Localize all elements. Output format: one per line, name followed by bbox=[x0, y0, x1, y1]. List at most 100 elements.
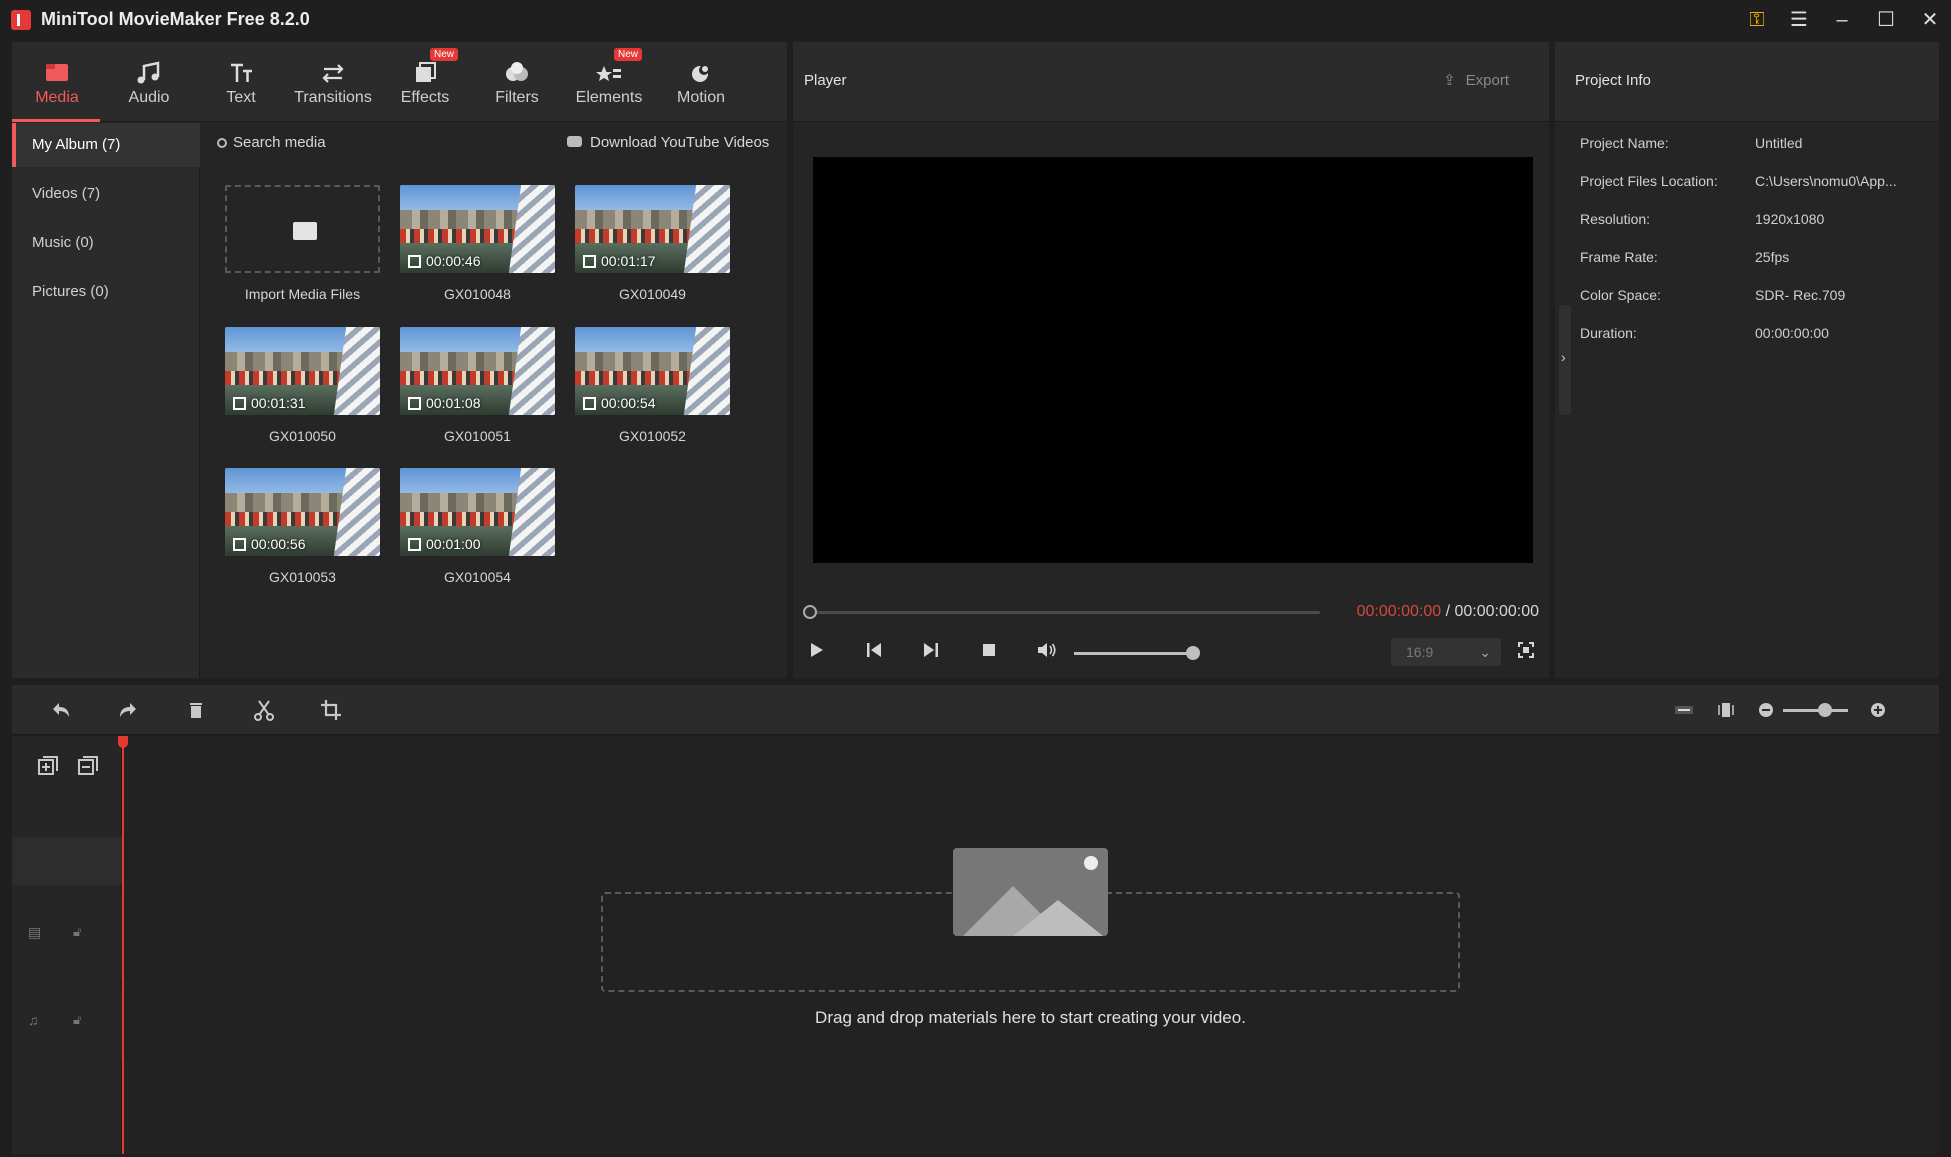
duration-label: 00:01:17 bbox=[583, 253, 656, 269]
tab-label: Motion bbox=[676, 89, 726, 106]
aspect-ratio-select[interactable]: 16:9 ⌄ bbox=[1391, 638, 1501, 666]
video-thumbnail[interactable]: 00:00:46 bbox=[400, 185, 555, 273]
effects-icon bbox=[416, 62, 436, 82]
info-key: Color Space: bbox=[1580, 287, 1661, 303]
info-row: Resolution: 1920x1080 bbox=[1555, 211, 1939, 235]
split-button[interactable] bbox=[250, 697, 278, 723]
tab-media[interactable]: Media bbox=[12, 42, 102, 122]
duration-text: 00:00:54 bbox=[601, 395, 656, 411]
maximize-icon[interactable]: ☐ bbox=[1871, 6, 1901, 34]
export-button[interactable]: ⇪ Export bbox=[1443, 71, 1509, 89]
zoom-knob[interactable] bbox=[1818, 703, 1832, 717]
skip-back-icon bbox=[867, 643, 881, 657]
crop-icon bbox=[321, 700, 341, 720]
next-frame-button[interactable] bbox=[917, 636, 945, 664]
sidebar-item-music[interactable]: Music (0) bbox=[12, 221, 200, 265]
zoom-in-button[interactable] bbox=[1864, 697, 1892, 723]
volume-button[interactable] bbox=[1033, 636, 1061, 664]
player-header: Player ⇪ Export bbox=[793, 42, 1549, 122]
progress-bar[interactable] bbox=[805, 611, 1320, 614]
key-icon[interactable]: ⚿ bbox=[1742, 6, 1772, 34]
media-name: GX010049 bbox=[619, 286, 686, 302]
minimize-icon[interactable]: – bbox=[1827, 6, 1857, 34]
fullscreen-button[interactable] bbox=[1512, 636, 1540, 664]
media-item[interactable]: 00:01:08 GX010051 bbox=[400, 327, 556, 457]
lock-icon[interactable]: 🔓︎ bbox=[73, 924, 81, 940]
time-total: 00:00:00:00 bbox=[1454, 603, 1539, 620]
sidebar-item-videos[interactable]: Videos (7) bbox=[12, 172, 200, 216]
info-value: 1920x1080 bbox=[1755, 211, 1825, 227]
video-thumbnail[interactable]: 00:01:31 bbox=[225, 327, 380, 415]
stop-button[interactable] bbox=[975, 636, 1003, 664]
delete-button[interactable] bbox=[182, 697, 210, 723]
duration-text: 00:01:00 bbox=[426, 536, 481, 552]
crop-button[interactable] bbox=[317, 697, 345, 723]
playhead[interactable] bbox=[122, 736, 124, 1154]
redo-button[interactable] bbox=[114, 697, 142, 723]
tab-elements[interactable]: New Elements bbox=[564, 42, 654, 122]
volume-knob[interactable] bbox=[1186, 646, 1200, 660]
video-thumbnail[interactable]: 00:01:00 bbox=[400, 468, 555, 556]
undo-button[interactable] bbox=[47, 697, 75, 723]
media-item[interactable]: 00:00:46 GX010048 bbox=[400, 185, 556, 315]
playhead-handle[interactable] bbox=[118, 736, 128, 748]
skip-forward-icon bbox=[924, 643, 938, 657]
timeline-area[interactable]: ▤ 🔓︎ ♫ 🔓︎ Drag and drop materials here t… bbox=[12, 736, 1939, 1154]
zoom-out-button[interactable] bbox=[1752, 697, 1780, 723]
tab-label: Elements bbox=[575, 89, 643, 106]
media-item[interactable]: 00:00:54 GX010052 bbox=[575, 327, 731, 457]
duration-text: 00:01:17 bbox=[601, 253, 656, 269]
video-thumbnail[interactable]: 00:01:08 bbox=[400, 327, 555, 415]
hamburger-menu-icon[interactable]: ☰ bbox=[1784, 6, 1814, 34]
play-button[interactable] bbox=[802, 636, 830, 664]
search-media-button[interactable]: Search media bbox=[217, 134, 326, 160]
media-item[interactable]: 00:01:17 GX010049 bbox=[575, 185, 731, 315]
snap-icon bbox=[1718, 703, 1734, 717]
film-icon bbox=[408, 255, 421, 268]
youtube-label: Download YouTube Videos bbox=[590, 134, 770, 151]
music-note-icon bbox=[137, 61, 160, 84]
download-youtube-button[interactable]: Download YouTube Videos bbox=[567, 134, 769, 160]
video-thumbnail[interactable]: 00:00:56 bbox=[225, 468, 380, 556]
import-media-tile[interactable]: Import Media Files bbox=[225, 185, 381, 315]
video-thumbnail[interactable]: 00:01:17 bbox=[575, 185, 730, 273]
sidebar-item-pictures[interactable]: Pictures (0) bbox=[12, 270, 200, 314]
tab-motion[interactable]: Motion bbox=[656, 42, 746, 122]
add-track-button[interactable] bbox=[34, 753, 62, 779]
volume-slider[interactable] bbox=[1074, 652, 1191, 655]
close-icon[interactable]: ✕ bbox=[1915, 6, 1945, 34]
zoom-slider[interactable] bbox=[1783, 709, 1848, 712]
media-item[interactable]: 00:01:00 GX010054 bbox=[400, 468, 556, 598]
previous-frame-button[interactable] bbox=[860, 636, 888, 664]
remove-track-button[interactable] bbox=[74, 753, 102, 779]
tab-transitions[interactable]: Transitions bbox=[288, 42, 378, 122]
snap-button[interactable] bbox=[1712, 697, 1740, 723]
elements-icon bbox=[596, 66, 621, 81]
import-label: Import Media Files bbox=[244, 286, 361, 302]
time-separator: / bbox=[1441, 603, 1455, 620]
tab-text[interactable]: Text bbox=[196, 42, 286, 122]
video-track-header: ▤ 🔓︎ bbox=[12, 894, 122, 980]
youtube-icon bbox=[567, 136, 582, 147]
fit-timeline-icon bbox=[1675, 706, 1693, 714]
tab-audio[interactable]: Audio bbox=[104, 42, 194, 122]
trash-icon bbox=[190, 703, 202, 718]
collapse-panel-button[interactable]: › bbox=[1559, 305, 1571, 415]
media-item[interactable]: 00:01:31 GX010050 bbox=[225, 327, 381, 457]
tab-effects[interactable]: New Effects bbox=[380, 42, 470, 122]
progress-knob[interactable] bbox=[803, 605, 817, 619]
media-icon bbox=[46, 64, 68, 81]
export-icon: ⇪ bbox=[1443, 72, 1456, 89]
info-key: Duration: bbox=[1580, 325, 1637, 341]
duration-label: 00:00:54 bbox=[583, 395, 656, 411]
import-drop-box[interactable] bbox=[225, 185, 380, 273]
export-label: Export bbox=[1465, 72, 1509, 89]
video-thumbnail[interactable]: 00:00:54 bbox=[575, 327, 730, 415]
tab-filters[interactable]: Filters bbox=[472, 42, 562, 122]
film-icon bbox=[408, 538, 421, 551]
film-icon bbox=[233, 397, 246, 410]
media-item[interactable]: 00:00:56 GX010053 bbox=[225, 468, 381, 598]
fit-timeline-button[interactable] bbox=[1670, 697, 1698, 723]
sidebar-item-my-album[interactable]: My Album (7) bbox=[12, 123, 200, 167]
video-preview[interactable] bbox=[813, 157, 1533, 563]
